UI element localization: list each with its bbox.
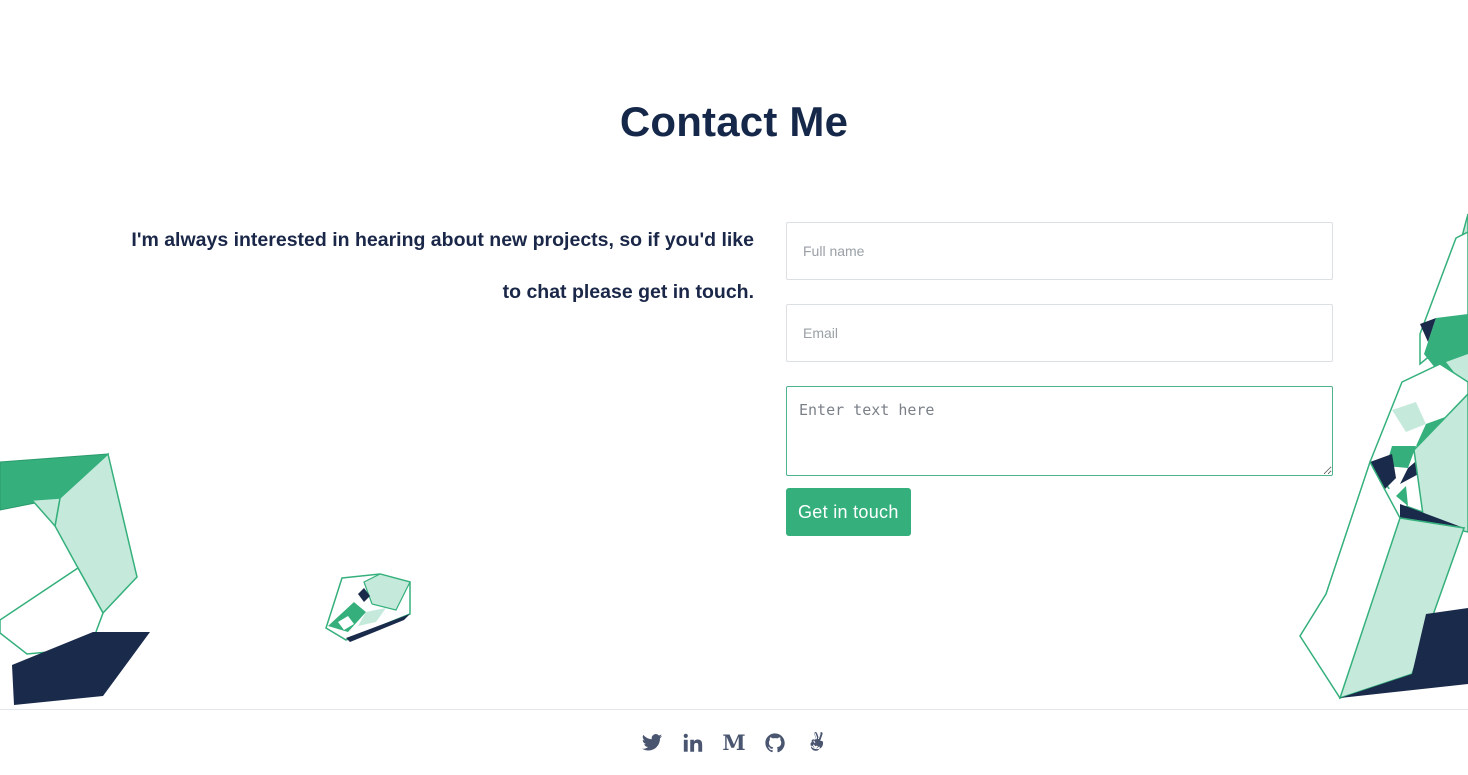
get-in-touch-button[interactable]: Get in touch: [786, 488, 911, 536]
page-title: Contact Me: [619, 98, 849, 145]
email-input[interactable]: [786, 304, 1333, 362]
left-geometric-illustration: [0, 452, 150, 705]
linkedin-link[interactable]: [682, 732, 704, 754]
contact-page: Contact Me I'm always interested in hear…: [0, 0, 1468, 775]
angellist-link[interactable]: [805, 731, 827, 754]
message-textarea[interactable]: [786, 386, 1333, 476]
twitter-link[interactable]: [641, 732, 663, 754]
github-icon: [765, 732, 785, 752]
medium-link[interactable]: M: [722, 729, 746, 755]
github-link[interactable]: [764, 732, 786, 754]
social-footer: M: [0, 709, 1468, 775]
intro-paragraph: I'm always interested in hearing about n…: [131, 229, 754, 303]
linkedin-icon: [683, 733, 703, 752]
full-name-input[interactable]: [786, 222, 1333, 280]
contact-form: Get in touch: [786, 222, 1333, 536]
medium-icon: M: [722, 729, 746, 755]
small-gem-illustration: [325, 573, 411, 642]
angellist-icon: [810, 731, 824, 751]
twitter-icon: [641, 733, 663, 751]
